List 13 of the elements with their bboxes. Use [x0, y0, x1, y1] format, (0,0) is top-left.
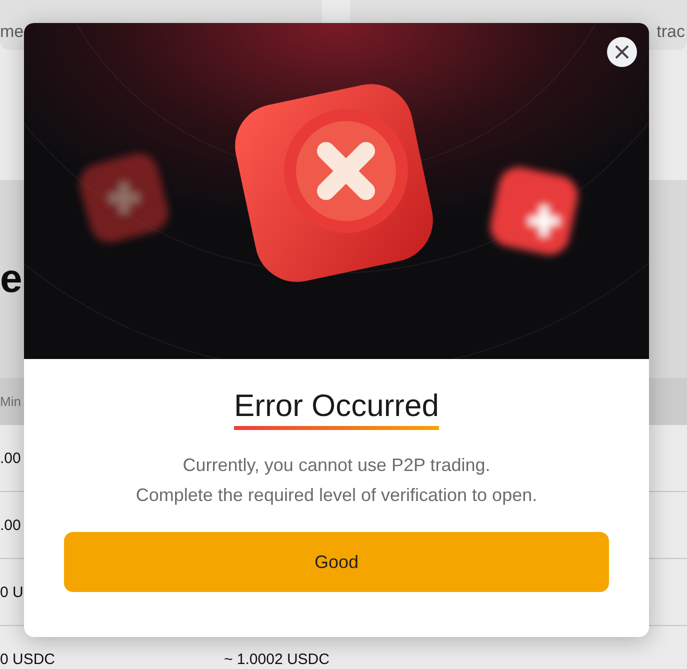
table-cell-text: .00	[0, 516, 22, 534]
table-cell-text: 0 U	[0, 584, 24, 600]
dialog-message: Currently, you cannot use P2P trading.	[182, 454, 490, 477]
card-text: me	[0, 21, 24, 42]
card-text: trac	[656, 21, 686, 42]
dialog-message: Complete the required level of verification to open.	[136, 484, 538, 507]
page-heading: e	[0, 259, 22, 299]
dialog-title: Error Occurred	[234, 388, 439, 430]
confirm-button[interactable]: Good	[64, 532, 609, 592]
close-icon[interactable]	[615, 45, 629, 59]
column-header: Min	[0, 394, 21, 409]
table-cell: ~ 1.0002 USDC	[224, 650, 330, 668]
table-cell-text: 0 USDC	[0, 650, 56, 668]
